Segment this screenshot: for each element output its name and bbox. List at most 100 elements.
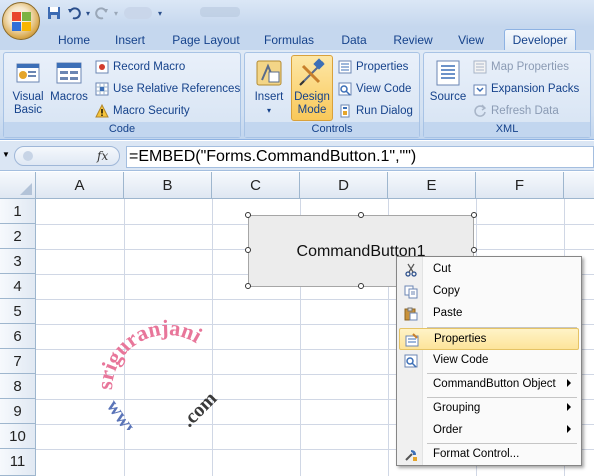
tab-insert[interactable]: Insert [108,32,152,50]
menu-item-grouping[interactable]: Grouping [399,398,579,420]
watermark-com-text: .com [177,387,221,430]
select-all-button[interactable] [0,172,36,199]
warning-icon [94,103,110,119]
resize-handle[interactable] [358,283,364,289]
record-macro-button[interactable]: Record Macro [94,57,185,77]
use-relative-references-button[interactable]: Use Relative References [94,79,240,99]
undo-icon[interactable] [66,5,82,21]
expansion-packs-button[interactable]: Expansion Packs [472,79,579,99]
code-group: Visual Basic Macros Record Macro Use Rel… [3,52,241,138]
record-macro-label: Record Macro [113,61,186,73]
design-mode-button[interactable]: Design Mode [291,57,333,117]
tab-formulas[interactable]: Formulas [258,32,320,50]
properties-button[interactable]: Properties [337,57,408,77]
watermark-main-text: sriguranjani [92,315,206,391]
expansion-packs-label: Expansion Packs [491,83,580,95]
row-header-8[interactable]: 8 [0,374,36,399]
resize-handle[interactable] [471,212,477,218]
column-header-f[interactable]: F [476,172,564,199]
copy-icon [403,284,419,300]
menu-item-label: Format Control... [433,448,520,460]
insert-control-label: Insert [254,91,284,103]
resize-handle[interactable] [245,212,251,218]
formula-bar-controls: fx [14,146,120,166]
expansion-packs-icon [472,81,488,97]
watermark-logo: sriguranjani www. .com [92,315,222,430]
code-group-label: Code [4,122,240,137]
map-properties-button[interactable]: Map Properties [472,57,569,77]
tab-home[interactable]: Home [54,32,94,50]
view-code-button[interactable]: View Code [337,79,411,99]
menu-item-commandbutton-object[interactable]: CommandButton Object [399,374,579,396]
submenu-arrow-icon [567,379,571,387]
save-icon[interactable] [46,5,62,21]
resize-handle[interactable] [245,247,251,253]
row-header-9[interactable]: 9 [0,399,36,424]
menu-item-format-control[interactable]: Format Control... [399,444,579,466]
refresh-data-button[interactable]: Refresh Data [472,101,559,121]
row-header-7[interactable]: 7 [0,349,36,374]
xml-group-label: XML [424,122,590,137]
run-dialog-button[interactable]: Run Dialog [337,101,413,121]
menu-item-view-code[interactable]: View Code [399,350,579,372]
visual-basic-label: Visual Basic [12,91,44,116]
tab-view[interactable]: View [452,32,490,50]
resize-handle[interactable] [471,247,477,253]
tab-developer[interactable]: Developer [504,29,576,51]
menu-item-paste[interactable]: Paste [399,303,579,325]
redo-dropdown-icon[interactable]: ▾ [114,9,118,18]
map-properties-icon [472,59,488,75]
insert-control-button[interactable]: Insert ▾ [249,57,289,117]
tab-review[interactable]: Review [388,32,438,50]
name-box-dropdown-icon[interactable]: ▼ [2,150,10,159]
visual-basic-button[interactable]: Visual Basic [6,57,50,117]
row-header-11[interactable]: 11 [0,449,36,476]
row-header-2[interactable]: 2 [0,224,36,249]
column-header-e[interactable]: E [388,172,476,199]
view-code-icon [337,81,353,97]
column-header-g[interactable] [564,172,594,199]
tab-page-layout[interactable]: Page Layout [170,32,242,50]
menu-item-label: Paste [433,307,463,319]
row-header-3[interactable]: 3 [0,249,36,274]
formula-input[interactable]: =EMBED("Forms.CommandButton.1","") [126,146,594,168]
column-header-d[interactable]: D [300,172,388,199]
source-icon [432,57,464,89]
row-header-1[interactable]: 1 [0,199,36,224]
resize-handle[interactable] [245,283,251,289]
insert-function-button[interactable]: fx [97,149,108,163]
row-header-10[interactable]: 10 [0,424,36,449]
menu-item-label: Cut [433,263,451,275]
column-header-a[interactable]: A [36,172,124,199]
macros-button[interactable]: Macros [50,57,88,104]
format-control-icon [403,447,419,463]
scissors-icon [403,262,419,278]
tab-data[interactable]: Data [336,32,372,50]
formula-buttons-icon[interactable] [23,151,33,161]
design-mode-label-1: Design [294,91,330,103]
use-relative-references-label: Use Relative References [113,83,241,95]
macro-security-button[interactable]: Macro Security [94,101,190,121]
column-header-c[interactable]: C [212,172,300,199]
undo-dropdown-icon[interactable]: ▾ [86,9,90,18]
menu-item-copy[interactable]: Copy [399,281,579,303]
refresh-icon [472,103,488,119]
submenu-arrow-icon [567,425,571,433]
menu-item-order[interactable]: Order [399,420,579,442]
row-header-5[interactable]: 5 [0,299,36,324]
row-header-4[interactable]: 4 [0,274,36,299]
visual-basic-icon [12,57,44,89]
redo-icon[interactable] [94,5,110,21]
paste-icon [403,306,419,322]
row-header-6[interactable]: 6 [0,324,36,349]
menu-item-properties[interactable]: Properties [399,328,579,350]
office-button[interactable] [2,2,40,40]
source-button[interactable]: Source [428,57,468,104]
resize-handle[interactable] [358,212,364,218]
menu-item-cut[interactable]: Cut [399,259,579,281]
run-dialog-icon [337,103,353,119]
customize-qat-icon[interactable]: ▾ [158,9,162,18]
column-header-b[interactable]: B [124,172,212,199]
record-macro-icon [94,59,110,75]
menu-item-label: Properties [434,333,487,345]
